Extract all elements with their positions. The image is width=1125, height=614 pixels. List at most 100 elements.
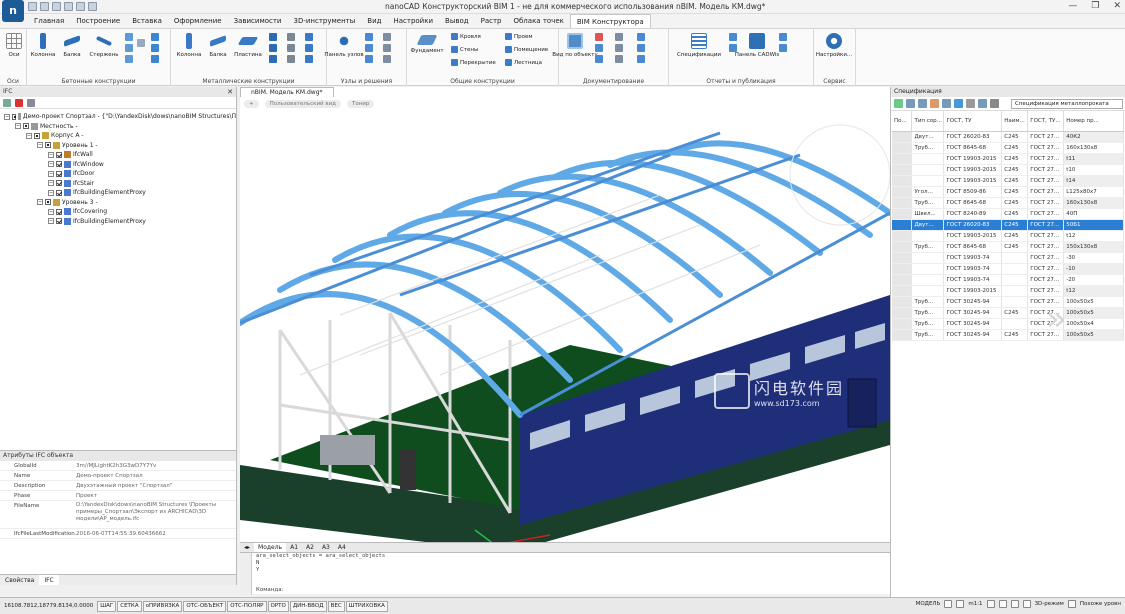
status-toggle-button[interactable]: СЕТКА: [117, 600, 142, 612]
table-cell[interactable]: ГОСТ 30245-94: [943, 296, 1003, 308]
tool-icon[interactable]: [305, 33, 313, 41]
table-cell[interactable]: [911, 230, 945, 242]
snap-icon[interactable]: [956, 600, 965, 608]
gear-icon[interactable]: [1067, 600, 1076, 608]
zoom-icon[interactable]: [986, 600, 995, 608]
expand-icon[interactable]: −: [48, 151, 54, 158]
table-cell[interactable]: Труб...: [911, 142, 945, 154]
table-cell[interactable]: [892, 252, 913, 264]
table-cell[interactable]: [892, 175, 913, 187]
table-row[interactable]: Труб... ГОСТ 30245-94 ГОСТ 27... 100х50х5: [892, 296, 1124, 308]
table-cell[interactable]: ГОСТ 27...: [1027, 263, 1065, 275]
table-cell[interactable]: [1001, 274, 1029, 286]
table-cell[interactable]: [892, 296, 913, 308]
walls-button[interactable]: Стены: [451, 46, 478, 53]
table-cell[interactable]: 50Б1: [1063, 219, 1124, 231]
table-cell[interactable]: [892, 142, 913, 154]
status-toggle-button[interactable]: ШТРИХОВКА: [345, 600, 388, 612]
table-cell[interactable]: 160х130х8: [1063, 142, 1124, 154]
table-row[interactable]: Труб... ГОСТ 8645-68 С245 ГОСТ 27... 150х130…: [892, 241, 1124, 253]
tool-icon[interactable]: [615, 44, 623, 52]
table-cell[interactable]: Труб...: [911, 296, 945, 308]
table-cell[interactable]: ГОСТ 19903-2015: [943, 285, 1003, 297]
checkbox[interactable]: [12, 113, 16, 120]
tree-node[interactable]: − Местность -: [0, 122, 236, 132]
export-icon[interactable]: [918, 99, 927, 108]
status-toggle-button[interactable]: ОТС-ПОЛЯР: [227, 600, 267, 612]
concrete-column-button[interactable]: Колонна: [27, 33, 59, 58]
table-cell[interactable]: ГОСТ 27...: [1027, 219, 1065, 231]
tab-a3[interactable]: A3: [318, 543, 334, 552]
ribbon-tab[interactable]: BIM Конструктора: [569, 14, 651, 28]
ribbon-tab[interactable]: Облака точек: [507, 14, 569, 28]
tool-icon[interactable]: [729, 33, 737, 41]
redo-icon[interactable]: [88, 2, 97, 11]
tool-icon[interactable]: [269, 44, 277, 52]
expand-icon[interactable]: −: [48, 180, 54, 187]
lock-icon[interactable]: [1022, 600, 1031, 608]
attribute-value[interactable]: Двухэтажный проект "Спортзал": [76, 481, 236, 490]
checkbox[interactable]: [34, 132, 40, 139]
table-cell[interactable]: С245: [1001, 164, 1029, 176]
sort-icon[interactable]: [894, 99, 903, 108]
tool-icon[interactable]: [779, 33, 787, 41]
refresh-icon[interactable]: [942, 99, 951, 108]
attribute-value[interactable]: Демо-проект Спортзал: [76, 471, 236, 480]
table-cell[interactable]: Двут...: [911, 131, 945, 143]
column-header[interactable]: Наим...: [1001, 111, 1029, 132]
table-cell[interactable]: ГОСТ 19903-74: [943, 274, 1003, 286]
document-icon[interactable]: [27, 98, 35, 107]
table-cell[interactable]: t12: [1063, 285, 1124, 297]
stair-button[interactable]: Лестница: [505, 59, 542, 66]
tool-icon[interactable]: [365, 33, 373, 41]
tool-icon[interactable]: [305, 44, 313, 52]
table-cell[interactable]: [911, 263, 945, 275]
tool-icon[interactable]: [125, 44, 133, 52]
expand-icon[interactable]: −: [26, 132, 32, 139]
tool-icon[interactable]: [595, 55, 603, 63]
column-header[interactable]: ГОСТ, ТУ...: [1027, 111, 1065, 132]
table-cell[interactable]: L125х80х7: [1063, 186, 1124, 198]
table-cell[interactable]: Труб...: [911, 241, 945, 253]
column-header[interactable]: По...: [892, 111, 913, 132]
tree-node[interactable]: − IfcWindow: [0, 160, 236, 170]
minimize-button[interactable]: —: [1068, 1, 1077, 11]
tab-a4[interactable]: A4: [334, 543, 350, 552]
open-file-icon[interactable]: [40, 2, 49, 11]
table-cell[interactable]: [892, 241, 913, 253]
tool-icon[interactable]: [125, 55, 133, 63]
settings-button[interactable]: Настройки...: [816, 33, 852, 58]
checkbox[interactable]: [56, 208, 62, 215]
roof-button[interactable]: Кровля: [451, 33, 481, 40]
table-cell[interactable]: [911, 175, 945, 187]
3d-model-view[interactable]: [240, 115, 890, 552]
tool-icon[interactable]: [383, 33, 391, 41]
column-header[interactable]: ГОСТ, ТУ: [943, 111, 1003, 132]
status-toggle-button[interactable]: ОТС-ОБЪЕКТ: [183, 600, 227, 612]
table-cell[interactable]: ГОСТ 30245-94: [943, 307, 1003, 319]
checkbox[interactable]: [56, 161, 62, 168]
table-row[interactable]: Двут... ГОСТ 26020-83 С245 ГОСТ 27... 40К2: [892, 131, 1124, 143]
table-cell[interactable]: 150х130х8: [1063, 241, 1124, 253]
table-row[interactable]: Угол... ГОСТ 8509-86 С245 ГОСТ 27... L125х80…: [892, 186, 1124, 198]
table-cell[interactable]: С245: [1001, 307, 1029, 319]
table-cell[interactable]: ГОСТ 30245-94: [943, 318, 1003, 330]
table-cell[interactable]: ГОСТ 27...: [1027, 208, 1065, 220]
view-cube-icon[interactable]: [789, 124, 890, 226]
attribute-value[interactable]: 2016-06-07T14:55:39.60436662: [76, 529, 236, 538]
table-cell[interactable]: -30: [1063, 252, 1124, 264]
table-cell[interactable]: ГОСТ 27...: [1027, 131, 1065, 143]
tool-icon[interactable]: [615, 55, 623, 63]
table-cell[interactable]: Швел...: [911, 208, 945, 220]
tool-icon[interactable]: [269, 33, 277, 41]
table-cell[interactable]: ГОСТ 30245-94: [943, 329, 1003, 341]
steel-beam-button[interactable]: Балка: [202, 33, 234, 58]
checkbox[interactable]: [56, 151, 62, 158]
close-icon[interactable]: ✕: [227, 87, 233, 97]
checkbox[interactable]: [56, 180, 62, 187]
table-cell[interactable]: ГОСТ 27...: [1027, 197, 1065, 209]
table-cell[interactable]: С245: [1001, 219, 1029, 231]
tool-icon[interactable]: [151, 55, 159, 63]
table-cell[interactable]: ГОСТ 8645-68: [943, 197, 1003, 209]
ribbon-tab[interactable]: Настройки: [387, 14, 439, 28]
